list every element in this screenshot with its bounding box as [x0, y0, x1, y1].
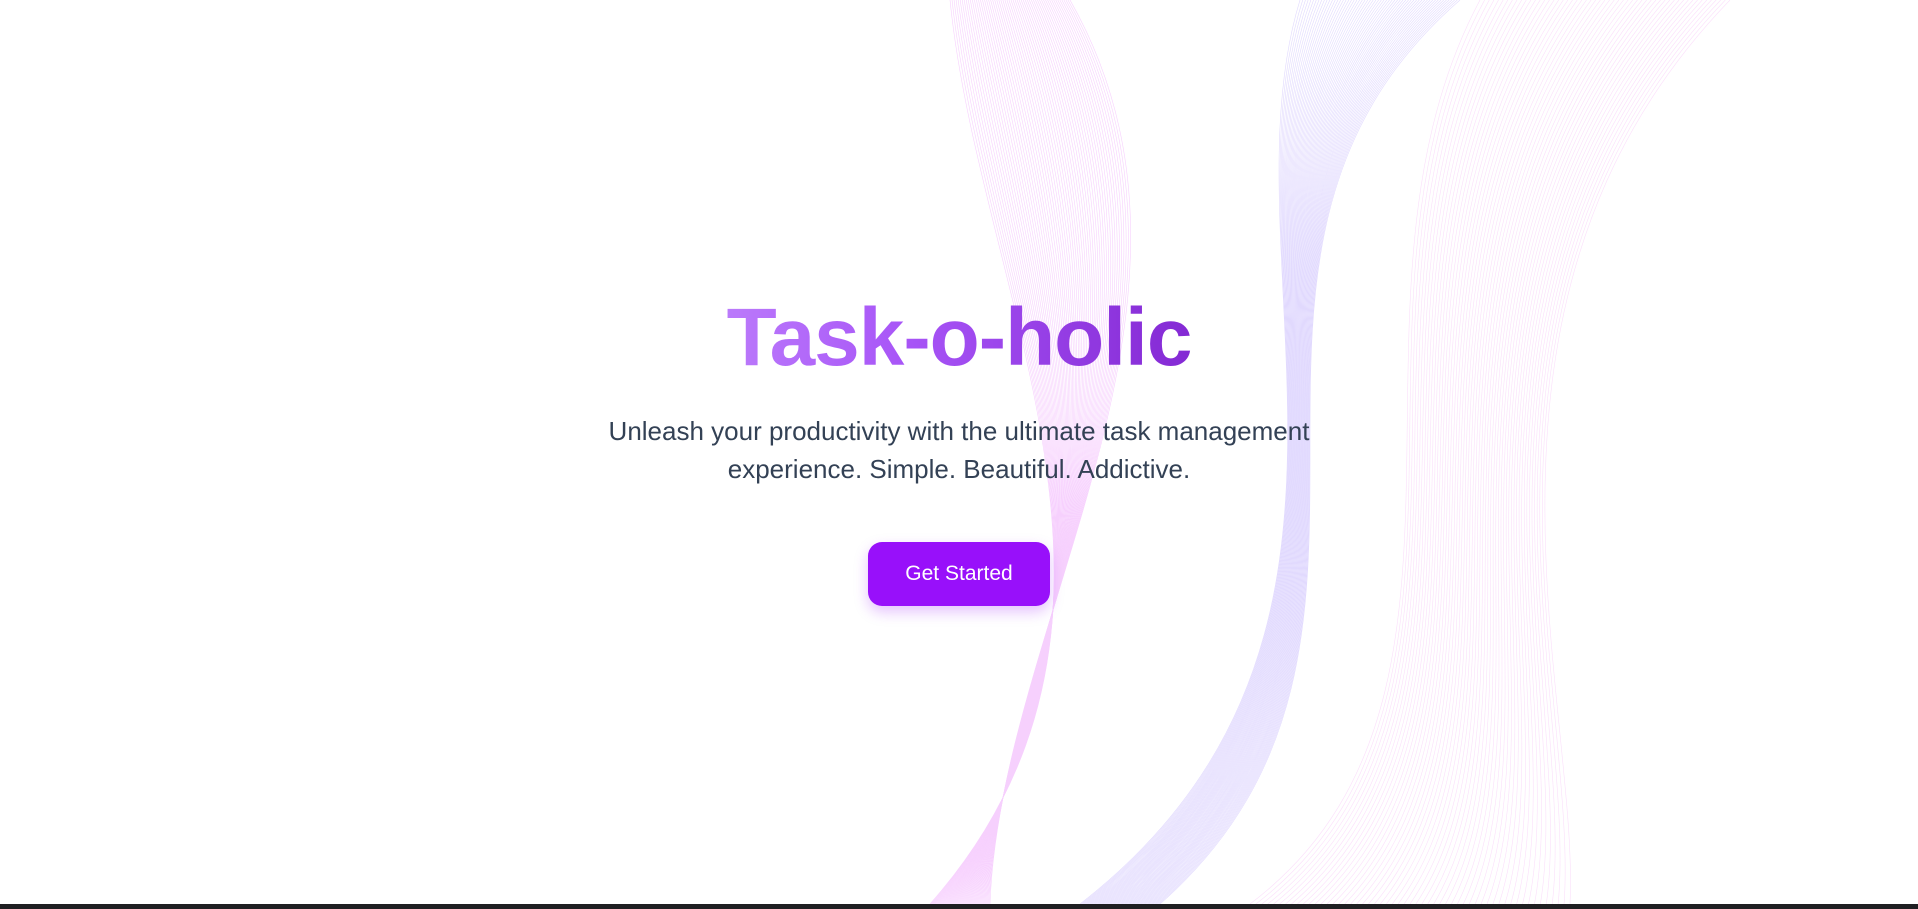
bottom-edge-bar: [0, 904, 1918, 909]
hero-subtitle: Unleash your productivity with the ultim…: [608, 416, 1310, 484]
landing-page: Task-o-holic Unleash your productivity w…: [0, 0, 1918, 909]
get-started-button[interactable]: Get Started: [868, 542, 1050, 606]
app-title: Task-o-holic: [679, 288, 1239, 388]
hero-section: Task-o-holic Unleash your productivity w…: [0, 0, 1918, 904]
